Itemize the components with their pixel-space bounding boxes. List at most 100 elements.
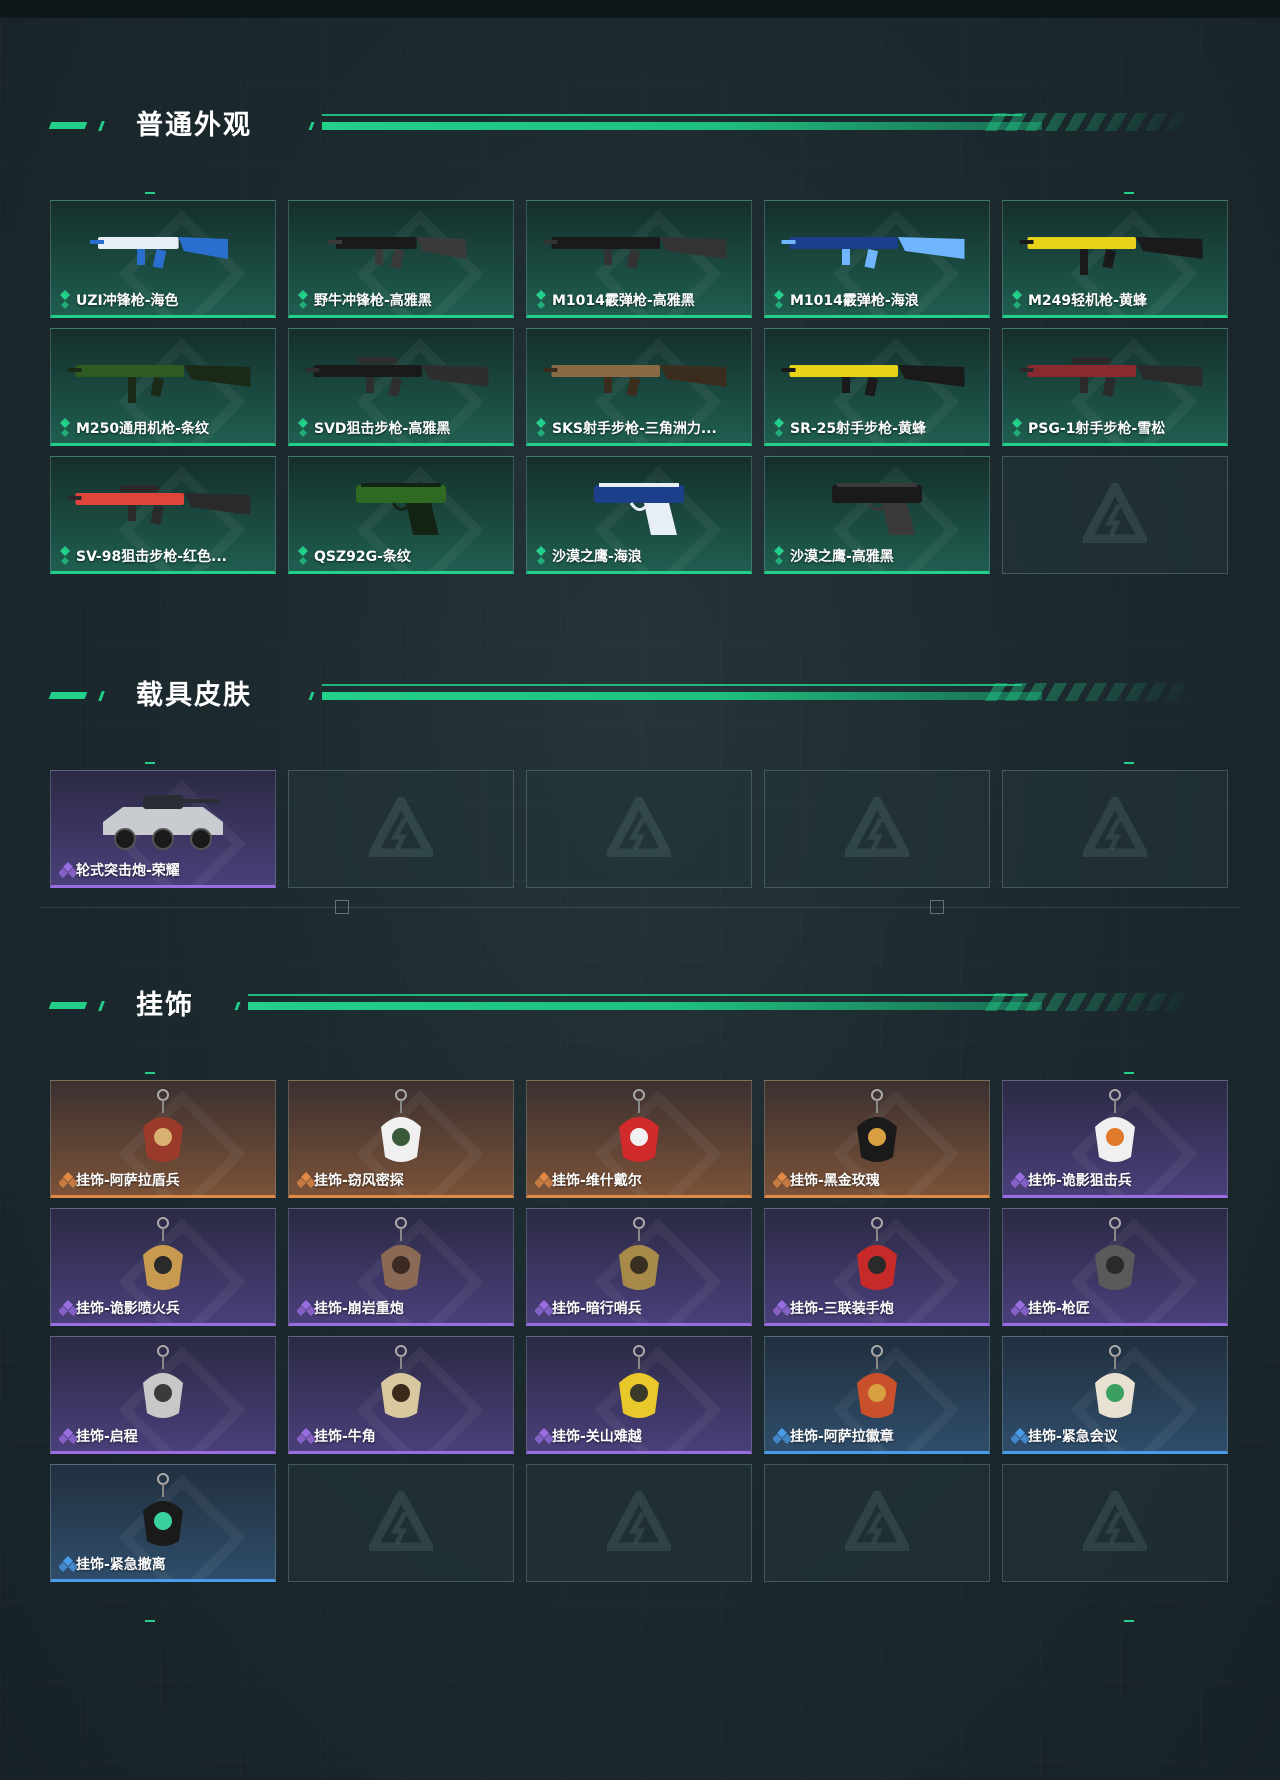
header-accent-slash [98,691,105,701]
item-card[interactable]: 挂饰-暗行哨兵 [526,1208,752,1326]
item-label: 野牛冲锋枪-高雅黑 [297,290,432,310]
item-label: 轮式突击炮-荣耀 [58,860,180,880]
item-card[interactable]: 挂饰-维什戴尔 [526,1080,752,1198]
item-label: SKS射手步枪-三角洲力... [535,418,717,438]
orange-rarity-icon [296,1170,316,1190]
item-label: 挂饰-关山难越 [534,1426,642,1446]
charm-icon [777,1215,977,1299]
charm-icon [539,1343,739,1427]
item-name: 挂饰-诡影喷火兵 [76,1301,180,1317]
header-divider-line [322,692,1042,700]
item-card[interactable]: 挂饰-黑金玫瑰 [764,1080,990,1198]
orange-rarity-icon [534,1170,554,1190]
item-name: 挂饰-启程 [76,1429,138,1445]
corner-tick [1124,1620,1134,1622]
item-card[interactable]: 挂饰-牛角 [288,1336,514,1454]
corner-tick [145,1072,155,1074]
item-card[interactable]: PSG-1射手步枪-雪松 [1002,328,1228,446]
green-rarity-icon [297,290,309,310]
armored-vehicle-icon [63,777,263,861]
corner-tick [1124,762,1134,764]
vehicle-skins-grid: 轮式突击炮-荣耀 [50,770,1228,888]
purple-rarity-icon [296,1298,316,1318]
item-name: 挂饰-诡影狙击兵 [1028,1173,1132,1189]
green-rarity-icon [59,290,71,310]
orange-rarity-icon [58,1170,78,1190]
charm-icon [777,1087,977,1171]
purple-rarity-icon [58,1298,78,1318]
item-card[interactable]: 挂饰-崩岩重炮 [288,1208,514,1326]
header-thin-line [322,114,1022,116]
item-card[interactable]: UZI冲锋枪-海色 [50,200,276,318]
charm-icon [63,1343,263,1427]
empty-slot-logo-icon [603,791,675,861]
item-card[interactable]: 野牛冲锋枪-高雅黑 [288,200,514,318]
empty-slot-logo-icon [603,1485,675,1555]
green-rarity-icon [1011,418,1023,438]
item-label: 挂饰-窃风密探 [296,1170,404,1190]
item-card[interactable]: SV-98狙击步枪-红色... [50,456,276,574]
item-card[interactable]: QSZ92G-条纹 [288,456,514,574]
item-card[interactable]: SVD狙击步枪-高雅黑 [288,328,514,446]
item-label: SVD狙击步枪-高雅黑 [297,418,450,438]
lmg-icon [63,335,263,419]
item-card[interactable]: M250通用机枪-条纹 [50,328,276,446]
item-label: M249轻机枪-黄蜂 [1011,290,1147,310]
section-header-charms: 挂饰 [48,988,1206,1028]
item-name: UZI冲锋枪-海色 [76,293,179,309]
header-thin-line [322,684,1022,686]
item-card[interactable]: M1014霰弹枪-高雅黑 [526,200,752,318]
item-card[interactable]: 挂饰-三联装手炮 [764,1208,990,1326]
corner-tick [1124,1072,1134,1074]
sniper-icon [63,463,263,547]
smg-icon [301,207,501,291]
lmg-icon [1015,207,1215,291]
charm-icon [539,1215,739,1299]
empty-slot-logo-icon [1079,477,1151,547]
item-card[interactable]: SR-25射手步枪-黄蜂 [764,328,990,446]
item-label: UZI冲锋枪-海色 [59,290,179,310]
item-card[interactable]: 挂饰-阿萨拉徽章 [764,1336,990,1454]
item-card[interactable]: SKS射手步枪-三角洲力... [526,328,752,446]
blue-rarity-icon [1010,1426,1030,1446]
item-card[interactable]: M249轻机枪-黄蜂 [1002,200,1228,318]
item-label: 挂饰-阿萨拉徽章 [772,1426,894,1446]
green-rarity-icon [535,418,547,438]
rifle-icon [777,335,977,419]
item-card[interactable]: 挂饰-紧急撤离 [50,1464,276,1582]
item-card[interactable]: 挂饰-诡影喷火兵 [50,1208,276,1326]
empty-slot-card [288,770,514,888]
shotgun-icon [777,207,977,291]
section-title: 载具皮肤 [136,680,252,711]
item-card[interactable]: 轮式突击炮-荣耀 [50,770,276,888]
item-card[interactable]: 挂饰-窃风密探 [288,1080,514,1198]
item-card[interactable]: M1014霰弹枪-海浪 [764,200,990,318]
item-card[interactable]: 挂饰-关山难越 [526,1336,752,1454]
top-bar [0,0,1280,18]
item-card[interactable]: 挂饰-诡影狙击兵 [1002,1080,1228,1198]
item-name: 挂饰-暗行哨兵 [552,1301,642,1317]
purple-rarity-icon [534,1298,554,1318]
empty-slot-card [288,1464,514,1582]
item-label: 沙漠之鹰-高雅黑 [773,546,894,566]
charm-icon [63,1471,263,1555]
green-rarity-icon [59,418,71,438]
item-card[interactable]: 沙漠之鹰-高雅黑 [764,456,990,574]
charm-icon [301,1087,501,1171]
item-name: 挂饰-窃风密探 [314,1173,404,1189]
divider-box [335,900,349,914]
item-card[interactable]: 挂饰-枪匠 [1002,1208,1228,1326]
item-card[interactable]: 挂饰-阿萨拉盾兵 [50,1080,276,1198]
item-label: 挂饰-诡影喷火兵 [58,1298,180,1318]
charm-icon [539,1087,739,1171]
header-accent-slash [98,1001,105,1011]
item-name: 挂饰-黑金玫瑰 [790,1173,880,1189]
item-card[interactable]: 挂饰-紧急会议 [1002,1336,1228,1454]
header-accent-bar [48,1002,88,1009]
item-card[interactable]: 挂饰-启程 [50,1336,276,1454]
item-card[interactable]: 沙漠之鹰-海浪 [526,456,752,574]
section-title: 普通外观 [136,110,252,141]
item-name: 挂饰-紧急撤离 [76,1557,166,1573]
item-name: SKS射手步枪-三角洲力... [552,421,717,437]
item-name: 挂饰-维什戴尔 [552,1173,642,1189]
